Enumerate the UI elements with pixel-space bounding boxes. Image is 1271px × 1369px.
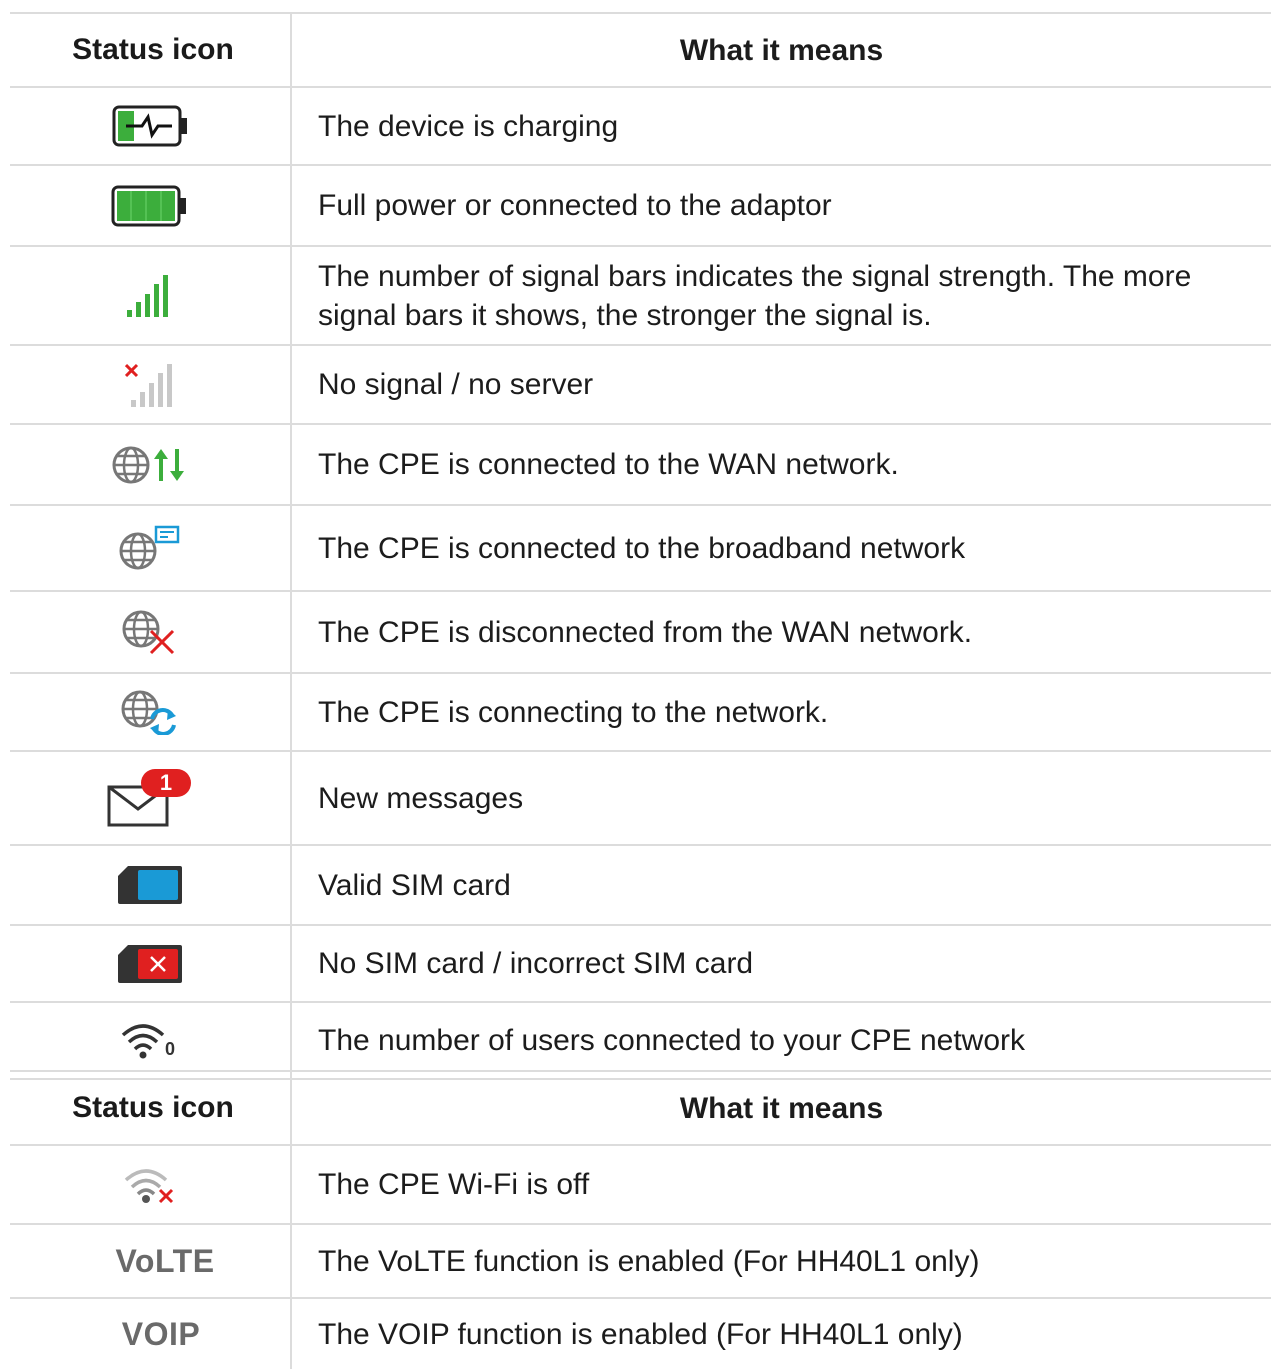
row-meaning: Full power or connected to the adaptor — [318, 189, 832, 222]
table-row: 0 The number of users connected to your … — [10, 1003, 1271, 1080]
sim-invalid-icon — [116, 943, 184, 985]
table-row: The device is charging — [10, 88, 1271, 166]
wan-disconnected-icon — [121, 609, 179, 655]
row-meaning: New messages — [318, 781, 524, 815]
row-meaning: The CPE is disconnected from the WAN net… — [318, 615, 973, 649]
row-meaning: The CPE is connecting to the network. — [318, 695, 829, 729]
status-icon-table-2: Status icon What it means The CPE Wi-Fi … — [10, 1070, 1271, 1369]
row-meaning: No signal / no server — [318, 368, 594, 401]
wifi-users-icon: 0 — [119, 1021, 181, 1061]
row-meaning: The CPE is connected to the broadband ne… — [318, 531, 966, 565]
volte-icon: VoLTE — [115, 1242, 215, 1279]
status-icon-table-1: Status icon What it means The device is … — [10, 12, 1271, 1080]
table-row: No SIM card / incorrect SIM card — [10, 926, 1271, 1003]
battery-charging-icon — [112, 105, 188, 147]
row-meaning: No SIM card / incorrect SIM card — [318, 947, 754, 980]
wan-connected-icon — [111, 445, 189, 485]
row-meaning: The CPE is connected to the WAN network. — [318, 448, 899, 481]
header-what-it-means: What it means — [679, 1091, 884, 1125]
row-meaning: The VoLTE function is enabled (For HH40L… — [318, 1244, 980, 1278]
row-meaning: The device is charging — [318, 109, 619, 143]
broadband-connected-icon — [118, 525, 182, 571]
message-count-badge: 1 — [159, 770, 173, 795]
table-row: The CPE is connecting to the network. — [10, 674, 1271, 752]
signal-bars-icon — [125, 274, 175, 318]
table-row: VoLTE The VoLTE function is enabled (For… — [10, 1225, 1271, 1299]
table-header: Status icon What it means — [10, 1072, 1271, 1146]
row-meaning: The CPE Wi-Fi is off — [318, 1168, 590, 1201]
sim-valid-icon — [116, 864, 184, 906]
new-message-icon: 1 — [105, 767, 195, 829]
wifi-off-icon — [122, 1166, 178, 1204]
wifi-user-count: 0 — [165, 1038, 176, 1059]
table-row: The number of signal bars indicates the … — [10, 247, 1271, 346]
table-row: The CPE is disconnected from the WAN net… — [10, 592, 1271, 674]
row-meaning: The number of signal bars indicates the … — [318, 259, 1192, 332]
table-row: Valid SIM card — [10, 846, 1271, 926]
table-header: Status icon What it means — [10, 14, 1271, 88]
header-what-it-means: What it means — [679, 33, 884, 67]
voip-icon: VOIP — [121, 1315, 201, 1352]
header-status-icon: Status icon — [10, 14, 292, 86]
row-meaning: The number of users connected to your CP… — [318, 1024, 1026, 1057]
table-row: VOIP The VOIP function is enabled (For H… — [10, 1299, 1271, 1369]
table-row: The CPE is connected to the broadband ne… — [10, 506, 1271, 592]
table-row: No signal / no server — [10, 346, 1271, 425]
table-row: 1 New messages — [10, 752, 1271, 846]
battery-full-icon — [111, 185, 189, 227]
row-meaning: Valid SIM card — [318, 868, 511, 902]
no-signal-icon — [125, 362, 175, 408]
table-row: The CPE is connected to the WAN network. — [10, 425, 1271, 506]
network-connecting-icon — [120, 689, 180, 735]
header-status-icon: Status icon — [10, 1072, 292, 1144]
row-meaning: The VOIP function is enabled (For HH40L1… — [318, 1317, 963, 1351]
table-row: The CPE Wi-Fi is off — [10, 1146, 1271, 1225]
table-row: Full power or connected to the adaptor — [10, 166, 1271, 247]
